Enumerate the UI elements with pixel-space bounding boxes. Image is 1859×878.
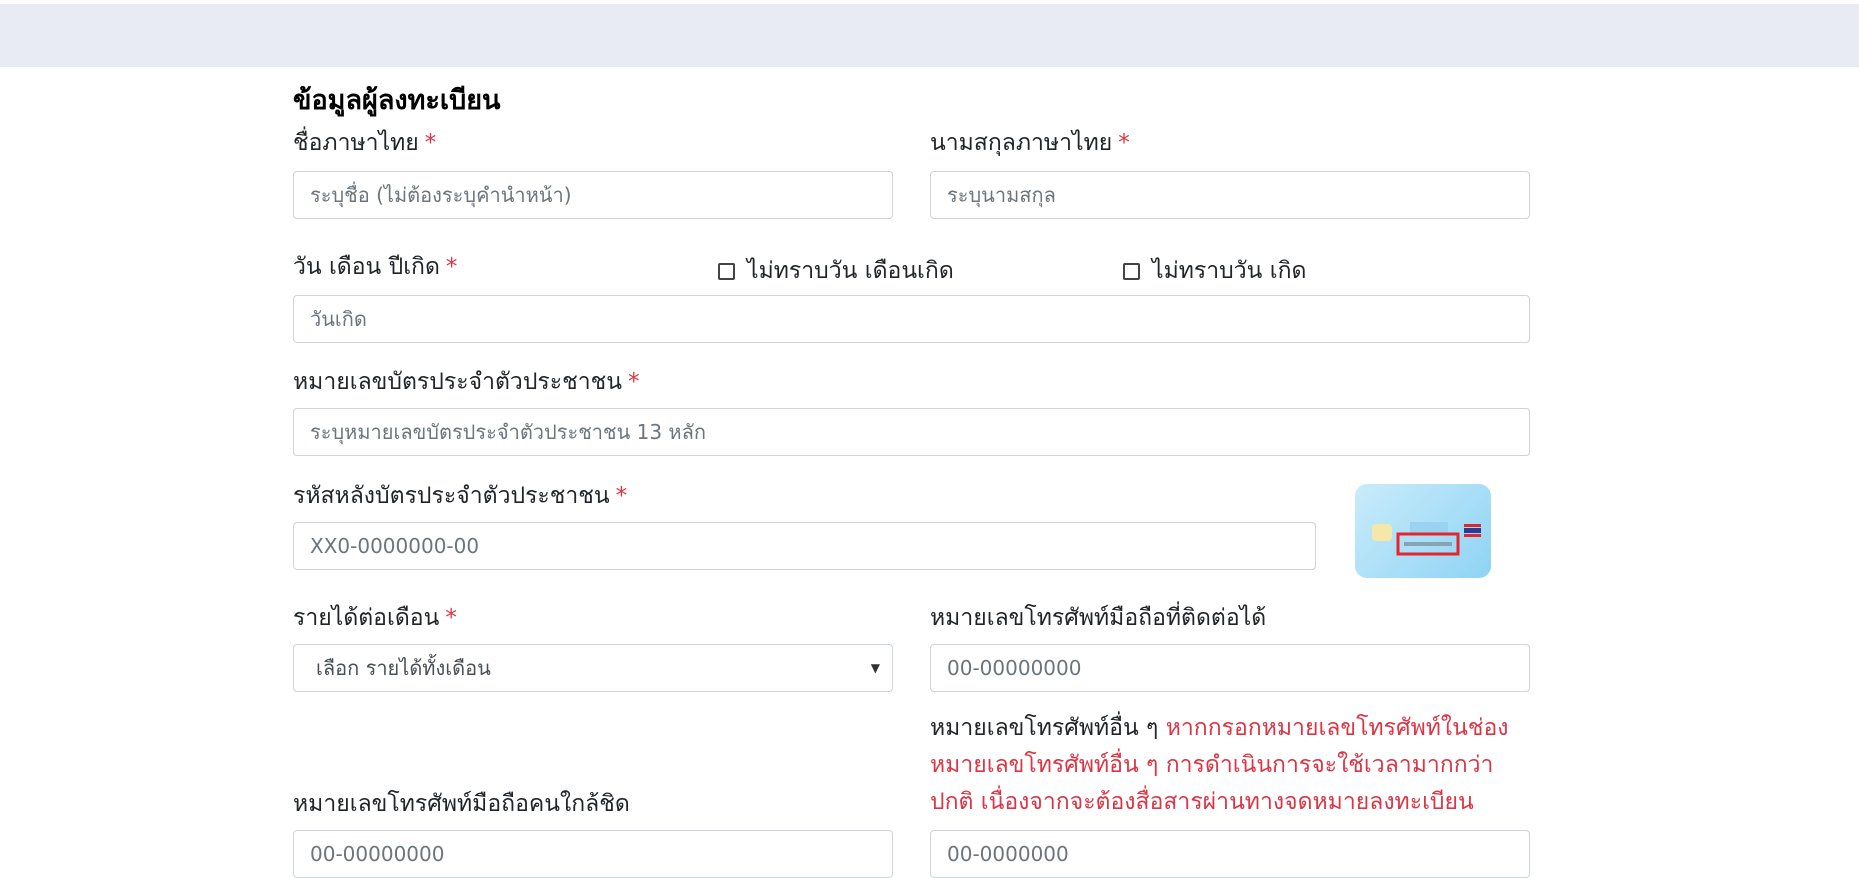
first-name-label: ชื่อภาษาไทย *	[293, 125, 436, 161]
unknown-day-month-checkbox[interactable]: ไม่ทราบวัน เดือนเกิด	[718, 253, 954, 289]
id-card-back-icon	[1355, 484, 1491, 578]
income-select[interactable]: เลือก รายได้ทั้งเดือน ▼	[293, 644, 893, 692]
other-phone-input[interactable]	[930, 830, 1530, 878]
unknown-day-month-label: ไม่ทราบวัน เดือนเกิด	[747, 258, 954, 284]
checkbox-square-icon[interactable]	[1123, 262, 1140, 280]
citizen-id-label-text: หมายเลขบัตรประจำตัวประชาชน	[293, 369, 622, 395]
last-name-input[interactable]	[930, 171, 1530, 219]
income-selected-value: เลือก รายได้ทั้งเดือน	[316, 656, 491, 680]
birth-date-label: วัน เดือน ปีเกิด *	[293, 249, 457, 285]
form-title: ข้อมูลผู้ลงทะเบียน	[293, 85, 501, 116]
mobile-input[interactable]	[930, 644, 1530, 692]
required-mark: *	[1118, 130, 1130, 156]
required-mark: *	[615, 483, 628, 509]
income-label: รายได้ต่อเดือน *	[293, 600, 457, 636]
birth-date-input[interactable]	[293, 295, 1530, 343]
last-name-label: นามสกุลภาษาไทย *	[930, 125, 1130, 161]
birth-date-label-text: วัน เดือน ปีเกิด	[293, 254, 440, 280]
other-phone-label-text: หมายเลขโทรศัพท์อื่น ๆ	[930, 715, 1159, 741]
citizen-id-input[interactable]	[293, 408, 1530, 456]
close-contact-mobile-input[interactable]	[293, 830, 893, 878]
required-mark: *	[445, 254, 458, 280]
checkbox-square-icon[interactable]	[718, 262, 735, 280]
citizen-id-label: หมายเลขบัตรประจำตัวประชาชน *	[293, 364, 640, 400]
laser-code-label-text: รหัสหลังบัตรประจำตัวประชาชน	[293, 483, 610, 509]
first-name-label-text: ชื่อภาษาไทย	[293, 130, 419, 156]
required-mark: *	[445, 605, 457, 631]
mobile-label: หมายเลขโทรศัพท์มือถือที่ติดต่อได้	[930, 605, 1267, 631]
unknown-day-checkbox[interactable]: ไม่ทราบวัน เกิด	[1123, 253, 1306, 289]
unknown-day-label: ไม่ทราบวัน เกิด	[1152, 258, 1307, 284]
income-label-text: รายได้ต่อเดือน	[293, 605, 440, 631]
required-mark: *	[424, 130, 437, 156]
other-phone-label: หมายเลขโทรศัพท์อื่น ๆ หากกรอกหมายเลขโทรศ…	[930, 710, 1530, 821]
laser-code-input[interactable]	[293, 522, 1316, 570]
last-name-label-text: นามสกุลภาษาไทย	[930, 130, 1113, 156]
close-contact-mobile-label: หมายเลขโทรศัพท์มือถือคนใกล้ชิด	[293, 791, 630, 817]
required-mark: *	[628, 369, 640, 395]
laser-code-label: รหัสหลังบัตรประจำตัวประชาชน *	[293, 478, 627, 514]
first-name-input[interactable]	[293, 171, 893, 219]
dropdown-caret-icon: ▼	[870, 661, 880, 675]
top-header-bar	[0, 4, 1859, 67]
